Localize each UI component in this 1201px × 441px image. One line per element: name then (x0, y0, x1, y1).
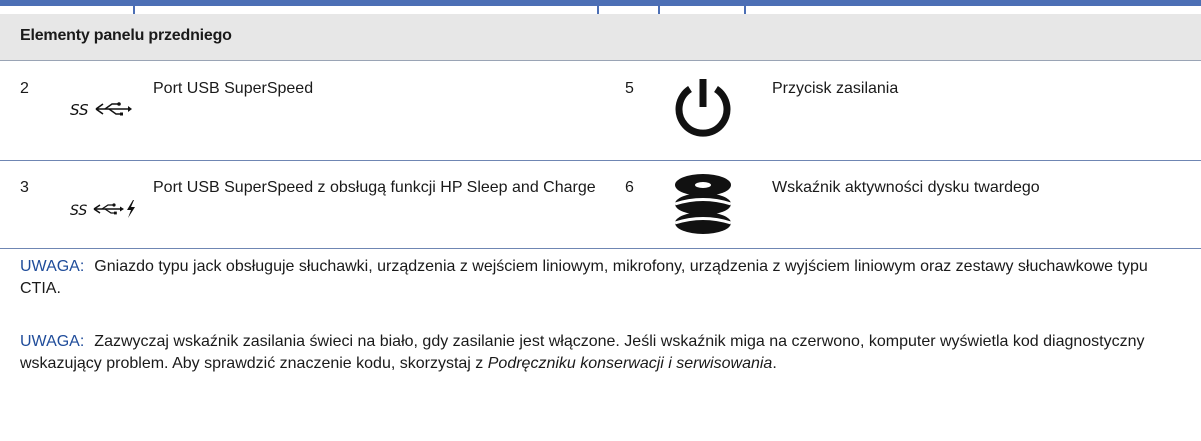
svg-text:SS: SS (70, 203, 87, 219)
svg-text:SS: SS (70, 101, 89, 119)
hard-drive-activity-icon (672, 173, 734, 240)
table-row: 2 SS Port USB SuperSpeed 5 Przycisk zasi… (0, 61, 1201, 161)
table-top-rule (0, 0, 1201, 6)
item-label: Wskaźnik aktywności dysku twardego (772, 179, 1040, 196)
usb-sleep-charge-icon: SS (70, 197, 140, 226)
item-number: 5 (625, 80, 634, 97)
item-label: Przycisk zasilania (772, 80, 899, 97)
column-divider-tick (744, 6, 746, 14)
item-label: Port USB SuperSpeed (153, 80, 314, 97)
column-divider-tick (597, 6, 599, 14)
table-row: 3 SS Port USB SuperSpeed z obsługą funkc… (0, 161, 1201, 249)
note-suffix: . (772, 355, 777, 372)
table-header: Elementy panelu przedniego (0, 14, 1201, 61)
note: UWAGA: Zazwyczaj wskaźnik zasilania świec… (20, 331, 1185, 375)
manual-reference-link[interactable]: Podręczniku konserwacji i serwisowania (488, 355, 773, 372)
item-number: 6 (625, 179, 634, 196)
note-text: Gniazdo typu jack obsługuje słuchawki, u… (20, 258, 1148, 297)
power-button-icon (672, 75, 734, 146)
note-label: UWAGA: (20, 333, 85, 350)
item-label: Port USB SuperSpeed z obsługą funkcji HP… (153, 179, 596, 196)
note-label: UWAGA: (20, 258, 85, 275)
item-number: 2 (20, 80, 29, 97)
usb-superspeed-icon: SS (70, 97, 134, 126)
note: UWAGA: Gniazdo typu jack obsługuje słucha… (20, 256, 1185, 300)
table-title: Elementy panelu przedniego (20, 27, 232, 44)
column-divider-tick (133, 6, 135, 14)
item-number: 3 (20, 179, 29, 196)
column-divider-tick (658, 6, 660, 14)
